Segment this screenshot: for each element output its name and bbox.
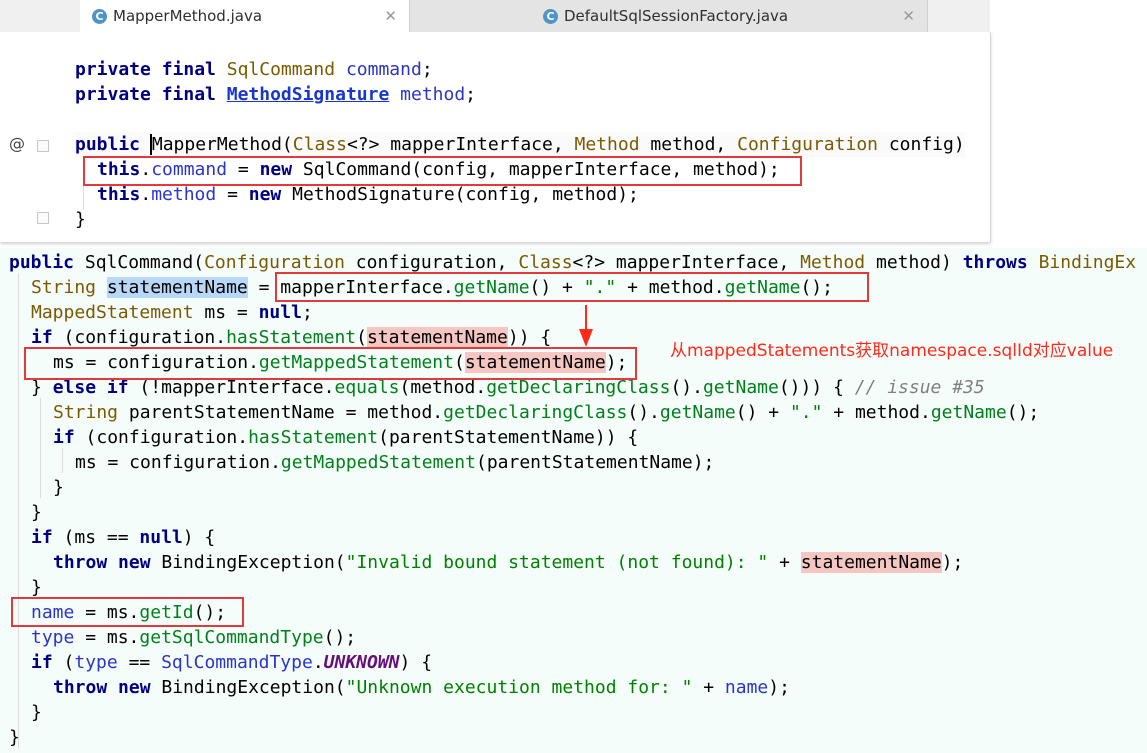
code-line: private final MethodSignature method; bbox=[75, 84, 477, 105]
java-class-icon: C bbox=[543, 8, 558, 24]
fold-icon[interactable] bbox=[37, 140, 49, 152]
editor-tab-bar: C MapperMethod.java ✕ C DefaultSqlSessio… bbox=[0, 0, 990, 33]
tab-default-sql-session-factory[interactable]: C DefaultSqlSessionFactory.java ✕ bbox=[410, 0, 928, 32]
code-line: } bbox=[53, 477, 64, 498]
code-line: type = ms.getSqlCommandType(); bbox=[31, 627, 357, 648]
code-line: String parentStatementName = method.getD… bbox=[53, 402, 1040, 423]
code-line: throw new BindingException("Invalid boun… bbox=[53, 552, 964, 573]
fold-icon[interactable] bbox=[37, 212, 49, 224]
code-line: } bbox=[31, 702, 42, 723]
arrow-down-icon bbox=[579, 305, 593, 347]
indent-guide bbox=[62, 448, 63, 473]
tab-label: DefaultSqlSessionFactory.java bbox=[564, 7, 789, 25]
close-icon[interactable]: ✕ bbox=[384, 7, 397, 25]
top-editor-pane[interactable]: @ private final SqlCommand command; priv… bbox=[0, 32, 991, 242]
code-line: ms = configuration.getMappedStatement(pa… bbox=[75, 452, 715, 473]
code-line-constructor: public MapperMethod(Class<?> mapperInter… bbox=[75, 132, 965, 157]
code-line: } bbox=[31, 502, 42, 523]
code-line: if (ms == null) { bbox=[31, 527, 216, 548]
code-line: if (type == SqlCommandType.UNKNOWN) { bbox=[31, 652, 433, 673]
tab-label: MapperMethod.java bbox=[113, 7, 263, 25]
code-line: MappedStatement ms = null; bbox=[31, 302, 313, 323]
indent-guide bbox=[40, 398, 41, 498]
code-line: if (configuration.hasStatement(parentSta… bbox=[53, 427, 639, 448]
code-line: throw new BindingException("Unknown exec… bbox=[53, 677, 790, 698]
close-icon[interactable]: ✕ bbox=[902, 7, 915, 25]
indent-guide bbox=[18, 273, 19, 748]
java-class-icon: C bbox=[92, 8, 107, 24]
highlight-box-statement-name bbox=[275, 272, 869, 302]
tab-mapper-method[interactable]: C MapperMethod.java ✕ bbox=[80, 0, 410, 32]
highlight-box-get-id bbox=[11, 597, 244, 627]
code-line: private final SqlCommand command; bbox=[75, 59, 433, 80]
code-line: } bbox=[75, 209, 86, 230]
annotation-text: 从mappedStatements获取namespace.sqlId对应valu… bbox=[670, 341, 1114, 361]
code-line: } bbox=[9, 727, 20, 748]
override-marker-icon: @ bbox=[9, 134, 25, 153]
highlight-box-get-mapped-statement bbox=[24, 347, 637, 380]
highlight-box-new-sqlcommand bbox=[83, 156, 802, 186]
